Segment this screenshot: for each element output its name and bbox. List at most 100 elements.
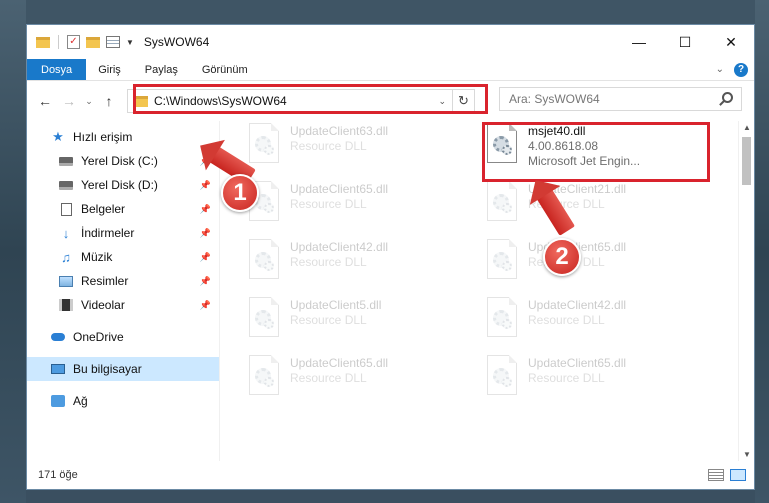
search-icon[interactable] <box>722 92 733 103</box>
dll-file-icon <box>484 297 520 341</box>
nav-pictures[interactable]: Resimler 📌 <box>27 269 219 293</box>
file-item[interactable]: UpdateClient21.dll Resource DLL <box>484 181 704 233</box>
item-count: 171 öğe <box>38 469 78 481</box>
dll-file-icon <box>246 239 282 283</box>
nav-label: Videolar <box>81 298 125 312</box>
minimize-button[interactable]: — <box>616 25 662 59</box>
nav-onedrive[interactable]: OneDrive <box>27 325 219 349</box>
file-name: UpdateClient63.dll <box>290 124 389 138</box>
file-item[interactable]: UpdateClient42.dll Resource DLL <box>246 239 466 291</box>
pin-icon[interactable]: 📌 <box>200 300 211 311</box>
customize-dropdown-icon[interactable]: ▼ <box>126 38 134 47</box>
scroll-up-icon[interactable]: ▲ <box>743 123 751 132</box>
up-icon[interactable]: ↑ <box>99 93 119 109</box>
file-item[interactable]: UpdateClient65.dllResource DLL <box>246 181 466 233</box>
file-item[interactable]: UpdateClient65.dllResource DLL <box>484 239 704 291</box>
maximize-button[interactable]: ☐ <box>662 25 708 59</box>
help-icon[interactable]: ? <box>734 62 748 77</box>
nav-music[interactable]: ♫ Müzik 📌 <box>27 245 219 269</box>
pin-icon[interactable]: 📌 <box>200 180 211 191</box>
documents-icon <box>60 202 72 216</box>
properties-icon[interactable] <box>106 36 120 48</box>
file-type: Resource DLL <box>290 313 367 327</box>
music-icon: ♫ <box>61 249 71 265</box>
disk-icon <box>59 180 73 190</box>
desktop-top <box>0 0 769 24</box>
star-icon: ★ <box>52 129 64 144</box>
scroll-down-icon[interactable]: ▼ <box>743 450 751 459</box>
step-badge-1: 1 <box>221 174 259 212</box>
file-item[interactable]: UpdateClient65.dllResource DLL <box>246 355 466 407</box>
tab-share[interactable]: Paylaş <box>133 59 190 80</box>
close-button[interactable]: ✕ <box>708 25 754 59</box>
nav-quick-access[interactable]: ★ Hızlı erişim <box>27 125 219 149</box>
nav-documents[interactable]: Belgeler 📌 <box>27 197 219 221</box>
scrollbar-thumb[interactable] <box>742 137 751 185</box>
dll-file-icon <box>484 239 520 283</box>
file-type: Resource DLL <box>290 197 367 211</box>
details-view-icon[interactable] <box>708 469 724 481</box>
new-folder-icon[interactable] <box>86 36 100 48</box>
tab-view[interactable]: Görünüm <box>190 59 260 80</box>
address-highlight <box>133 84 488 114</box>
properties-check-icon[interactable]: ✓ <box>67 35 80 49</box>
nav-videos[interactable]: Videolar 📌 <box>27 293 219 317</box>
file-type: Resource DLL <box>290 371 367 385</box>
file-item[interactable]: UpdateClient63.dll Resource DLL <box>246 123 466 175</box>
title-bar: ✓ ▼ SysWOW64 — ☐ ✕ <box>27 25 754 59</box>
tab-home[interactable]: Giriş <box>86 59 133 80</box>
file-type: Resource DLL <box>528 371 605 385</box>
ribbon-tabs: Dosya Giriş Paylaş Görünüm ⌄ ? <box>27 59 754 81</box>
expand-ribbon-icon[interactable]: ⌄ <box>716 64 724 75</box>
nav-disk-d[interactable]: Yerel Disk (D:) 📌 <box>27 173 219 197</box>
file-highlight <box>482 122 710 182</box>
forward-icon[interactable]: → <box>59 93 79 109</box>
nav-network[interactable]: Ağ <box>27 389 219 413</box>
file-item[interactable]: UpdateClient5.dll Resource DLL <box>246 297 466 349</box>
desktop-left <box>0 0 26 503</box>
nav-label: Yerel Disk (D:) <box>81 178 158 192</box>
folder-icon <box>36 36 50 48</box>
nav-label: Bu bilgisayar <box>73 362 142 376</box>
divider <box>58 35 59 49</box>
vertical-scrollbar[interactable]: ▲ ▼ <box>738 121 754 461</box>
window-title: SysWOW64 <box>143 35 210 49</box>
computer-icon <box>51 364 65 374</box>
navigation-pane: ★ Hızlı erişim Yerel Disk (C:) 📌 Yerel D… <box>27 121 220 461</box>
nav-label: Hızlı erişim <box>73 130 133 144</box>
file-name: UpdateClient65.dll <box>528 356 627 370</box>
step-badge-2: 2 <box>543 238 581 276</box>
dll-file-icon <box>484 355 520 399</box>
status-bar: 171 öğe <box>27 461 754 489</box>
search-box[interactable]: Ara: SysWOW64 <box>499 87 742 111</box>
nav-label: Resimler <box>81 274 129 288</box>
search-input[interactable]: Ara: SysWOW64 <box>509 92 600 106</box>
recent-locations-icon[interactable]: ⌄ <box>83 96 95 107</box>
file-name: UpdateClient42.dll <box>528 298 627 312</box>
pin-icon[interactable]: 📌 <box>200 204 211 215</box>
videos-icon <box>59 299 73 311</box>
quick-access-toolbar: ✓ ▼ <box>36 35 134 49</box>
nav-label: Belgeler <box>81 202 126 216</box>
dll-file-icon <box>246 355 282 399</box>
nav-downloads[interactable]: ↓ İndirmeler 📌 <box>27 221 219 245</box>
dll-file-icon <box>484 181 520 225</box>
pin-icon[interactable]: 📌 <box>200 252 211 263</box>
nav-label: Müzik <box>81 250 113 264</box>
onedrive-icon <box>51 333 65 341</box>
file-type: Resource DLL <box>528 313 605 327</box>
large-icons-view-icon[interactable] <box>730 469 746 481</box>
nav-this-pc[interactable]: Bu bilgisayar <box>27 357 219 381</box>
file-type: Resource DLL <box>290 255 367 269</box>
file-name: UpdateClient5.dll <box>290 298 382 312</box>
nav-label: OneDrive <box>73 330 124 344</box>
pin-icon[interactable]: 📌 <box>200 228 211 239</box>
pin-icon[interactable]: 📌 <box>200 276 211 287</box>
back-icon[interactable]: ← <box>35 93 55 109</box>
tab-file[interactable]: Dosya <box>27 59 87 80</box>
file-item[interactable]: UpdateClient65.dllResource DLL <box>484 355 704 407</box>
nav-label: İndirmeler <box>81 226 135 240</box>
disk-icon <box>59 156 73 166</box>
file-item[interactable]: UpdateClient42.dll Resource DLL <box>484 297 704 349</box>
window-controls: — ☐ ✕ <box>616 25 754 59</box>
